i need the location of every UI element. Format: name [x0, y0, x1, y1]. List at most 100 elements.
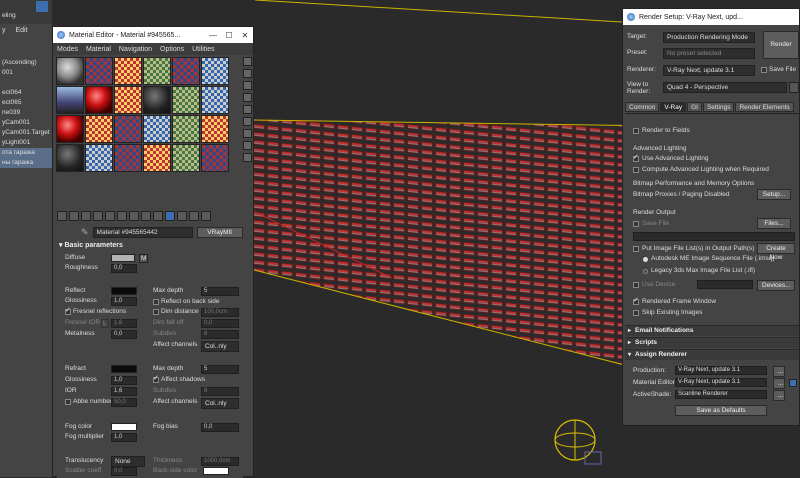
material-slot[interactable]: [201, 144, 229, 172]
material-slot[interactable]: [201, 57, 229, 85]
translucency-dropdown[interactable]: None: [111, 456, 145, 467]
material-slot[interactable]: [56, 86, 84, 114]
abbe-input[interactable]: 50,0: [111, 398, 137, 407]
compute-advanced-lighting-checkbox[interactable]: [633, 167, 639, 173]
metalness-input[interactable]: 0,0: [111, 330, 137, 339]
output-path-field[interactable]: [633, 232, 795, 241]
material-type-button[interactable]: VRayMtl: [196, 227, 243, 238]
close-icon[interactable]: ✕: [237, 31, 253, 40]
refract-subdivs-input[interactable]: 8: [201, 387, 239, 396]
fresnel-ior-lock[interactable]: L: [101, 319, 109, 328]
section-title[interactable]: ▾ Basic parameters: [59, 241, 123, 249]
save-file-checkbox[interactable]: [761, 67, 767, 73]
list-item[interactable]: yCam001.Target: [0, 128, 52, 138]
material-slot[interactable]: [114, 57, 142, 85]
activeshade-choose-button[interactable]: ...: [773, 390, 785, 401]
reflect-affect-channels-dropdown[interactable]: Col..nly: [201, 341, 239, 352]
tab-render-elements[interactable]: Render Elements: [735, 102, 794, 112]
diffuse-color-swatch[interactable]: [111, 254, 135, 262]
list-item[interactable]: [0, 78, 52, 88]
list-item[interactable]: yLight001: [0, 138, 52, 148]
material-slot[interactable]: [114, 115, 142, 143]
render-button[interactable]: Render: [763, 31, 799, 59]
material-slot[interactable]: [56, 57, 84, 85]
refract-affect-channels-dropdown[interactable]: Col..nly: [201, 398, 239, 409]
put-to-library-icon[interactable]: [129, 211, 139, 221]
material-slot[interactable]: [85, 144, 113, 172]
email-notifications-rollout[interactable]: Email Notifications: [625, 325, 799, 336]
copy-material-icon[interactable]: [105, 211, 115, 221]
go-to-parent-icon[interactable]: [177, 211, 187, 221]
create-now-button[interactable]: Create Now: [757, 243, 795, 261]
material-slot[interactable]: [114, 86, 142, 114]
material-slot[interactable]: [85, 86, 113, 114]
put-to-scene-icon[interactable]: [69, 211, 79, 221]
material-slot[interactable]: [114, 144, 142, 172]
list-item[interactable]: ect065: [0, 98, 52, 108]
make-preview-icon[interactable]: [243, 117, 252, 126]
list-item[interactable]: ны гаража: [0, 158, 52, 168]
refract-color-swatch[interactable]: [111, 365, 137, 373]
devices-button[interactable]: Devices...: [757, 280, 795, 291]
menu-utilities[interactable]: Utilities: [192, 46, 215, 53]
render-setup-scroll[interactable]: Render to Fields Advanced Lighting Use A…: [625, 113, 799, 425]
use-advanced-lighting-checkbox[interactable]: [633, 153, 639, 162]
assign-renderer-rollout[interactable]: Assign Renderer: [625, 349, 799, 360]
reset-map-icon[interactable]: [93, 211, 103, 221]
menu-item-edit[interactable]: Edit: [16, 27, 28, 35]
reflect-glossiness-input[interactable]: 1,0: [111, 297, 137, 306]
lock-icon[interactable]: [789, 379, 797, 387]
tab-vray[interactable]: V-Ray: [660, 102, 687, 112]
options-icon[interactable]: [243, 129, 252, 138]
scatter-coeff-input[interactable]: 0,0: [111, 467, 137, 476]
reflect-subdivs-input[interactable]: 8: [201, 330, 239, 339]
use-device-checkbox[interactable]: [633, 282, 639, 288]
dim-distance-input[interactable]: 100,0cm: [201, 308, 239, 317]
fog-color-swatch[interactable]: [111, 423, 137, 431]
material-slot[interactable]: [143, 144, 171, 172]
save-file-output-checkbox[interactable]: [633, 221, 639, 227]
skip-existing-checkbox[interactable]: [633, 310, 639, 316]
go-sibling-icon[interactable]: [201, 211, 211, 221]
setup-button[interactable]: Setup...: [757, 189, 791, 200]
tab-settings[interactable]: Settings: [702, 102, 735, 112]
sample-type-icon[interactable]: [243, 57, 252, 66]
roughness-input[interactable]: 0,0: [111, 264, 137, 273]
diffuse-map-button[interactable]: M: [139, 254, 149, 263]
list-item[interactable]: ота гаража: [0, 148, 52, 158]
menu-options[interactable]: Options: [160, 46, 184, 53]
material-slot[interactable]: [56, 115, 84, 143]
dim-falloff-input[interactable]: 0,0: [201, 319, 239, 328]
select-by-material-icon[interactable]: [243, 141, 252, 150]
material-editor-choose-button[interactable]: ...: [773, 378, 785, 389]
fresnel-ior-input[interactable]: 1,6: [111, 319, 137, 328]
material-slot[interactable]: [143, 57, 171, 85]
material-navigator-icon[interactable]: [243, 153, 252, 162]
abbe-checkbox[interactable]: [65, 399, 71, 405]
tab-common[interactable]: Common: [625, 102, 660, 112]
material-slot[interactable]: [56, 144, 84, 172]
toolbar-icon[interactable]: [36, 1, 48, 12]
get-material-icon[interactable]: [57, 211, 67, 221]
render-to-fields-checkbox[interactable]: [633, 128, 639, 134]
refract-glossiness-input[interactable]: 1,0: [111, 376, 137, 385]
eyedropper-icon[interactable]: ✎: [81, 227, 89, 238]
list-item[interactable]: 001: [0, 68, 52, 78]
rendered-frame-window-checkbox[interactable]: [633, 296, 639, 305]
material-slot[interactable]: [143, 115, 171, 143]
reflect-color-swatch[interactable]: [111, 287, 137, 295]
back-side-color-swatch[interactable]: [203, 467, 229, 475]
make-unique-icon[interactable]: [117, 211, 127, 221]
target-dropdown[interactable]: Production Rendering Mode: [663, 32, 755, 43]
menu-item[interactable]: y: [2, 27, 6, 35]
assign-to-selection-icon[interactable]: [81, 211, 91, 221]
material-id-icon[interactable]: [141, 211, 151, 221]
show-end-result-icon[interactable]: [165, 211, 175, 221]
thickness-input[interactable]: 1000,0cm: [201, 457, 239, 466]
list-item[interactable]: (Ascending): [0, 58, 52, 68]
affect-shadows-checkbox[interactable]: [153, 374, 159, 383]
scripts-rollout[interactable]: Scripts: [625, 337, 799, 348]
production-choose-button[interactable]: ...: [773, 366, 785, 377]
menu-navigation[interactable]: Navigation: [119, 46, 152, 53]
material-slot[interactable]: [172, 57, 200, 85]
